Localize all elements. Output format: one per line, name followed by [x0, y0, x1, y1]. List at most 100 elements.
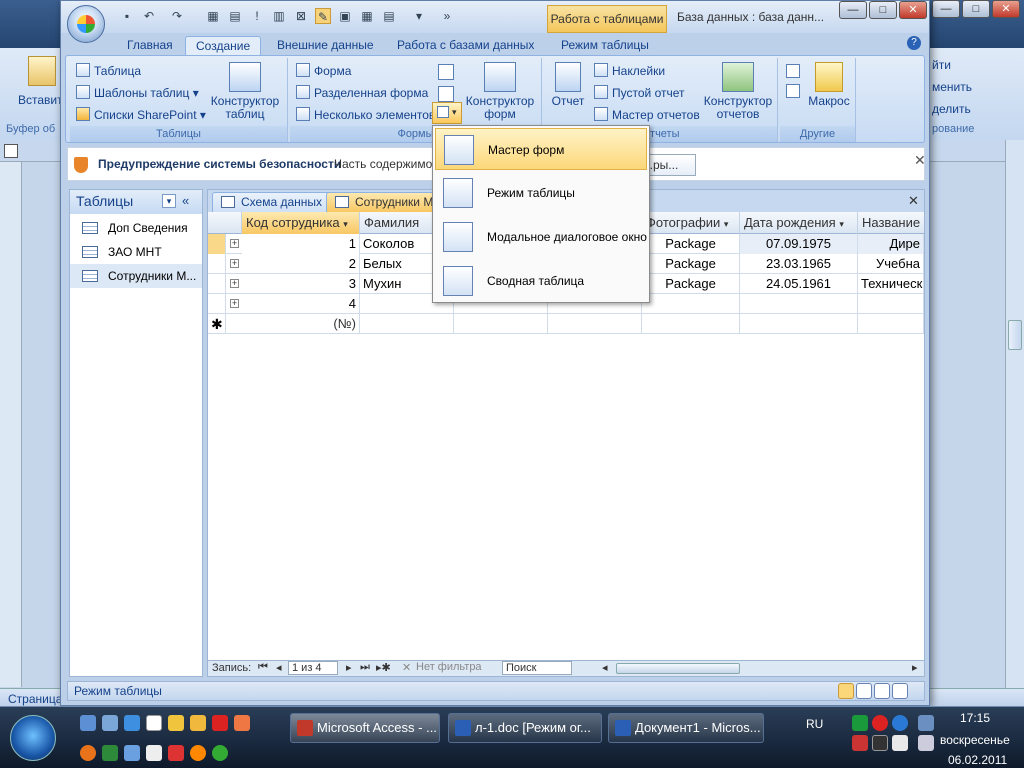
design-view-icon[interactable] — [892, 683, 908, 699]
switch-windows-icon[interactable] — [102, 715, 118, 731]
qat-query-icon[interactable]: ▥ — [271, 8, 287, 24]
cell-new-id[interactable]: (№) — [242, 314, 360, 334]
cell-id[interactable]: 1 — [242, 234, 360, 254]
table-templates-button[interactable]: Шаблоны таблиц ▾ — [76, 84, 199, 102]
folder-icon-2[interactable] — [190, 715, 206, 731]
qat-view-icon[interactable]: ▤ — [381, 8, 397, 24]
qat-exclamation-icon[interactable]: ! — [249, 8, 265, 24]
horizontal-scroll-thumb[interactable] — [616, 663, 740, 674]
qat-form-icon[interactable]: ▤ — [227, 8, 243, 24]
cell-id[interactable]: 3 — [242, 274, 360, 294]
column-header-title[interactable]: Название — [858, 212, 924, 234]
qat-more-icon[interactable]: » — [439, 8, 455, 24]
table-designer-button[interactable]: Конструктор таблиц — [208, 62, 282, 121]
qat-edit-icon[interactable]: ✎ — [315, 8, 331, 24]
language-indicator[interactable]: RU — [806, 717, 823, 731]
row-selector[interactable] — [208, 294, 226, 314]
volume-icon[interactable] — [918, 735, 934, 751]
bg-scroll-thumb[interactable] — [1008, 320, 1022, 350]
cell-empty[interactable] — [360, 314, 454, 334]
macro-button[interactable]: Макрос — [804, 62, 854, 108]
first-record-icon[interactable]: ⏮ — [258, 661, 268, 674]
green-app-icon[interactable] — [212, 745, 228, 761]
tray-3d-icon[interactable] — [872, 735, 888, 751]
cell-title[interactable]: Дире — [858, 234, 924, 254]
calc-icon[interactable] — [146, 745, 162, 761]
firefox-icon[interactable] — [80, 745, 96, 761]
split-form-button[interactable]: Разделенная форма — [296, 84, 428, 102]
doc-tab-sotrudniki[interactable]: Сотрудники М — [326, 192, 446, 212]
search-input[interactable]: Поиск — [502, 661, 572, 675]
tab-database-tools[interactable]: Работа с базами данных — [387, 36, 544, 56]
clock-day[interactable]: воскресенье — [940, 733, 1010, 747]
security-close-icon[interactable]: ✕ — [914, 152, 926, 169]
tray-tool-icon[interactable] — [852, 735, 868, 751]
nav-dropdown-icon[interactable]: ▾ — [162, 194, 176, 208]
background-vertical-scrollbar[interactable] — [1005, 140, 1024, 688]
bg-minimize-button[interactable]: — — [932, 0, 960, 18]
cell-empty[interactable] — [740, 314, 858, 334]
form-designer-button[interactable]: Конструктор форм — [462, 62, 538, 121]
blank-form-icon[interactable] — [438, 86, 454, 102]
tray-blue-icon[interactable] — [892, 715, 908, 731]
bg-maximize-button[interactable]: □ — [962, 0, 990, 18]
sharepoint-lists-button[interactable]: Списки SharePoint ▾ — [76, 106, 206, 124]
undo-icon[interactable]: ↶ — [141, 8, 157, 24]
row-selector[interactable] — [208, 254, 226, 274]
cell-empty[interactable] — [454, 314, 548, 334]
last-record-icon[interactable]: ⏭ — [360, 661, 370, 674]
cell-birthdate[interactable]: 23.03.1965 — [740, 254, 858, 274]
query-wizard-icon[interactable] — [786, 64, 800, 78]
folder-icon[interactable] — [168, 715, 184, 731]
orange-app-icon[interactable] — [190, 745, 206, 761]
new-record-icon[interactable]: ▸✱ — [376, 661, 391, 674]
qat-relation-icon[interactable]: ⊠ — [293, 8, 309, 24]
tray-green-icon[interactable] — [852, 715, 868, 731]
nav-item-zao-mnt[interactable]: ЗАО МНТ — [70, 240, 202, 264]
wordpad-icon[interactable] — [146, 715, 162, 731]
pivot-chart-icon[interactable] — [438, 64, 454, 80]
cell-photo[interactable]: Package — [642, 274, 740, 294]
cell-photo[interactable] — [642, 294, 740, 314]
excel-icon[interactable] — [102, 745, 118, 761]
bg-select-label[interactable]: делить — [932, 102, 971, 116]
new-record-row[interactable]: ✱ (№) — [208, 314, 924, 334]
start-button[interactable] — [10, 715, 56, 761]
tab-create[interactable]: Создание — [185, 36, 262, 56]
maximize-button[interactable]: □ — [869, 1, 897, 19]
close-button[interactable]: ✕ — [899, 1, 927, 19]
nav-item-dop-svedeniya[interactable]: Доп Сведения — [70, 216, 202, 240]
menu-item-datasheet[interactable]: Режим таблицы — [435, 172, 647, 214]
next-record-icon[interactable]: ▸ — [346, 661, 352, 674]
doc-tab-relationships[interactable]: Схема данных — [212, 192, 334, 212]
query-designer-icon[interactable] — [786, 84, 800, 98]
tab-datasheet[interactable]: Режим таблицы — [551, 36, 659, 56]
minimize-button[interactable]: — — [839, 1, 867, 19]
cell-title[interactable]: Техническ — [858, 274, 924, 294]
cell-empty[interactable] — [642, 314, 740, 334]
menu-item-pivot-table[interactable]: Сводная таблица — [435, 260, 647, 302]
datasheet-view-icon[interactable] — [838, 683, 854, 699]
more-forms-button[interactable]: ▾ — [432, 102, 462, 124]
expand-icon[interactable]: + — [230, 279, 239, 288]
bg-replace-label[interactable]: менить — [932, 80, 972, 94]
expand-icon[interactable]: + — [230, 299, 239, 308]
menu-item-form-wizard[interactable]: Мастер форм — [435, 128, 647, 170]
cell-id[interactable]: 4 — [242, 294, 360, 314]
cell-title[interactable] — [858, 294, 924, 314]
ie-icon[interactable] — [124, 715, 140, 731]
cell-photo[interactable]: Package — [642, 254, 740, 274]
qat-picture-icon[interactable]: ▣ — [337, 8, 353, 24]
menu-item-modal-dialog[interactable]: Модальное диалоговое окно — [435, 216, 647, 258]
tray-check-icon[interactable] — [892, 735, 908, 751]
outlook-icon[interactable] — [124, 745, 140, 761]
cell-empty[interactable] — [858, 314, 924, 334]
cell-title[interactable]: Учебна — [858, 254, 924, 274]
taskbar-button-access[interactable]: Microsoft Access - ... — [290, 713, 440, 743]
cell-birthdate[interactable]: 07.09.1975 — [740, 234, 858, 254]
column-header-id[interactable]: Код сотрудника ▾ — [242, 212, 360, 234]
tab-external-data[interactable]: Внешние данные — [267, 36, 384, 56]
media-icon[interactable] — [168, 745, 184, 761]
clock-date[interactable]: 06.02.2011 — [948, 753, 1007, 767]
navigation-pane-header[interactable]: Таблицы ▾ « — [70, 190, 202, 214]
